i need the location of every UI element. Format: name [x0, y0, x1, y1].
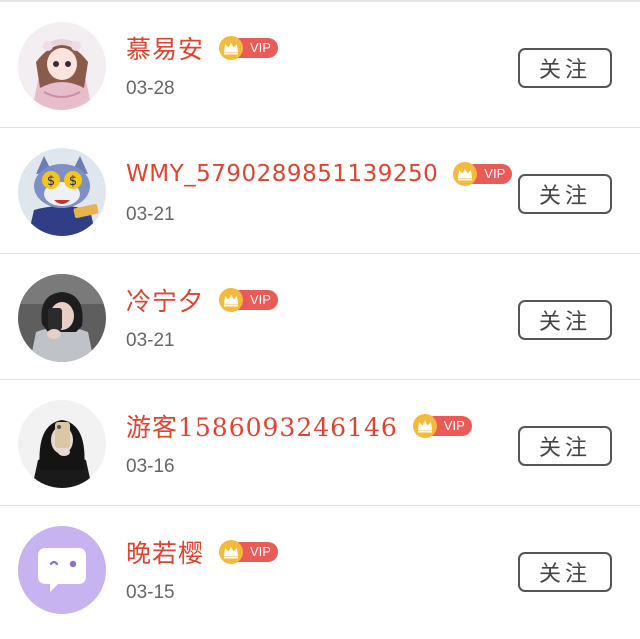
follow-date: 03-28 [126, 78, 175, 99]
username[interactable]: 冷宁夕 [126, 282, 204, 318]
chat-bubble-avatar-icon [18, 526, 106, 614]
vip-badge: VIP [218, 540, 278, 564]
follow-date: 03-16 [126, 456, 175, 477]
follow-button[interactable]: 关注 [518, 300, 612, 340]
username[interactable]: 晚若樱 [126, 534, 204, 570]
cartoon-cat-money-avatar-icon: $ $ [18, 148, 106, 236]
list-item[interactable]: 冷宁夕 VIP 03-21 关注 [0, 254, 640, 380]
svg-text:$: $ [47, 174, 55, 189]
follow-date: 03-21 [126, 204, 175, 225]
avatar[interactable] [18, 526, 106, 614]
follower-list: 慕易安 VIP 03-28 关注 $ $ WMY_579028985113925… [0, 0, 640, 639]
follow-date: 03-21 [126, 330, 175, 351]
anime-girl-avatar-icon [18, 22, 106, 110]
vip-badge: VIP [218, 288, 278, 312]
avatar[interactable]: $ $ [18, 148, 106, 236]
follow-date: 03-15 [126, 582, 175, 603]
follow-button[interactable]: 关注 [518, 552, 612, 592]
list-item[interactable]: 游客1586093246146 VIP 03-16 关注 [0, 380, 640, 506]
username[interactable]: 游客1586093246146 [126, 408, 398, 444]
username[interactable]: WMY_5790289851139250 [126, 161, 438, 187]
avatar[interactable] [18, 400, 106, 488]
avatar[interactable] [18, 22, 106, 110]
vip-badge: VIP [412, 414, 472, 438]
username[interactable]: 慕易安 [126, 30, 204, 66]
follow-button[interactable]: 关注 [518, 48, 612, 88]
vip-badge: VIP [452, 162, 513, 186]
list-item[interactable]: 慕易安 VIP 03-28 关注 [0, 2, 640, 128]
crown-icon [219, 36, 244, 60]
avatar[interactable] [18, 274, 106, 362]
crown-icon [219, 288, 244, 312]
follow-button[interactable]: 关注 [518, 426, 612, 466]
list-item[interactable]: 晚若樱 VIP 03-15 关注 [0, 506, 640, 632]
girl-phone-selfie-avatar-icon [18, 274, 106, 362]
crown-icon [453, 162, 478, 186]
vip-badge: VIP [218, 36, 278, 60]
list-item[interactable]: $ $ WMY_5790289851139250 VIP 03-21 关注 [0, 128, 640, 254]
girl-mirror-selfie-avatar-icon [18, 400, 106, 488]
crown-icon [412, 414, 437, 438]
follow-button[interactable]: 关注 [518, 174, 612, 214]
svg-text:$: $ [69, 174, 77, 189]
crown-icon [219, 540, 244, 564]
